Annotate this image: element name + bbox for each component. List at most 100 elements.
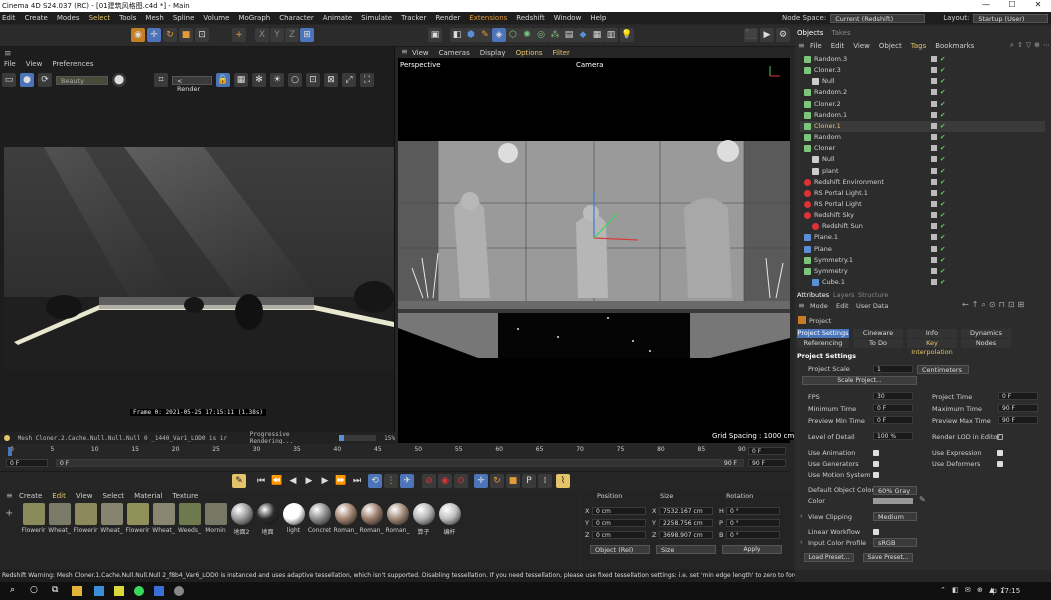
use-expression-checkbox[interactable]: [997, 450, 1003, 456]
keyframe-sel-icon[interactable]: ⋮: [384, 474, 398, 488]
obj-menu-file[interactable]: File: [810, 42, 822, 50]
ime-indicator[interactable]: 中: [990, 587, 997, 597]
tab-project-settings[interactable]: Project Settings: [797, 329, 849, 338]
render-region-icon[interactable]: ⬛: [744, 28, 758, 42]
file-explorer-icon[interactable]: [72, 586, 82, 596]
refresh-icon[interactable]: ⟳: [38, 73, 52, 87]
visibility-toggle[interactable]: [931, 279, 937, 285]
visibility-toggle[interactable]: [931, 122, 937, 129]
vp-menu-display[interactable]: Display: [480, 49, 506, 57]
enable-check-icon[interactable]: ✔: [940, 244, 945, 255]
visibility-toggle[interactable]: [931, 167, 937, 174]
preview-max-field[interactable]: 90 F: [998, 416, 1038, 424]
material-menu-icon[interactable]: ≡: [6, 491, 13, 500]
material-item[interactable]: Wheat_: [152, 503, 175, 537]
visibility-toggle[interactable]: [931, 100, 937, 107]
motion-path-icon[interactable]: ✈: [400, 474, 414, 488]
obj-menu-edit[interactable]: Edit: [831, 42, 845, 50]
enable-check-icon[interactable]: ✔: [940, 121, 945, 132]
pen-icon[interactable]: ✎: [478, 28, 492, 42]
enable-check-icon[interactable]: ✔: [940, 132, 945, 143]
object-row[interactable]: Random.2 ✔: [800, 87, 1045, 98]
focus-icon[interactable]: ⊡: [306, 73, 320, 87]
render-view-icon[interactable]: ▣: [428, 28, 442, 42]
enable-check-icon[interactable]: ✔: [940, 143, 945, 154]
object-row[interactable]: Random.1 ✔: [800, 110, 1045, 121]
render-settings-icon[interactable]: ⚙: [776, 28, 790, 42]
material-item[interactable]: Concret: [308, 503, 331, 537]
visibility-toggle[interactable]: [931, 56, 937, 62]
linear-workflow-checkbox[interactable]: [873, 529, 879, 535]
rv-menu-file[interactable]: File: [4, 60, 16, 68]
project-scale-unit[interactable]: Centimeters: [917, 365, 969, 374]
visibility-toggle[interactable]: [931, 111, 937, 118]
coord-mode-select[interactable]: Object (Rel): [590, 545, 650, 554]
menu-modes[interactable]: Modes: [57, 14, 80, 22]
close-button[interactable]: ✕: [1025, 0, 1051, 12]
rotation-field[interactable]: 0 °: [726, 507, 780, 515]
render-lod-checkbox[interactable]: [997, 434, 1003, 440]
expand-icon[interactable]: ⛶: [360, 73, 374, 87]
enable-check-icon[interactable]: ✔: [940, 76, 945, 87]
object-row[interactable]: Cube.1 ✔: [800, 277, 1045, 288]
render-view-menu-icon[interactable]: ≡: [4, 49, 12, 59]
visibility-toggle[interactable]: [931, 256, 937, 263]
tray-icons[interactable]: ⌃ ◧ ✉ ⊕ ▲ ♪: [940, 586, 1007, 594]
menu-mograph[interactable]: MoGraph: [238, 14, 270, 22]
y-axis-icon[interactable]: Y: [270, 28, 284, 42]
material-item[interactable]: 编杆: [438, 503, 461, 537]
use-generators-checkbox[interactable]: [873, 461, 879, 467]
object-row[interactable]: Null ✔: [800, 76, 1045, 87]
sun-icon[interactable]: ☀: [270, 73, 284, 87]
enable-check-icon[interactable]: ✔: [940, 210, 945, 221]
mat-menu-select[interactable]: Select: [102, 492, 124, 500]
z-axis-icon[interactable]: Z: [285, 28, 299, 42]
use-motion-checkbox[interactable]: [873, 472, 879, 478]
eyedropper-icon[interactable]: ✎: [919, 495, 926, 504]
menu-create[interactable]: Create: [25, 14, 48, 22]
min-time-field[interactable]: 0 F: [873, 404, 913, 412]
rot-key-icon[interactable]: ↻: [490, 474, 504, 488]
attr-menu-mode[interactable]: Mode: [810, 302, 828, 310]
project-scale-field[interactable]: 1: [873, 365, 913, 373]
menu-render[interactable]: Render: [435, 14, 460, 22]
material-item[interactable]: Roman_: [360, 503, 383, 537]
material-item[interactable]: Flowerir: [22, 503, 46, 537]
visibility-toggle[interactable]: [931, 212, 937, 219]
save-preset-button[interactable]: Save Preset...: [863, 553, 913, 562]
axis-icon[interactable]: +: [232, 28, 246, 42]
fit-icon[interactable]: ⤢: [342, 73, 356, 87]
use-deformers-checkbox[interactable]: [997, 461, 1003, 467]
obj-menu-bookmarks[interactable]: Bookmarks: [935, 42, 974, 50]
vp-menu-options[interactable]: Options: [516, 49, 543, 57]
max-time-field[interactable]: 90 F: [998, 404, 1038, 412]
menu-animate[interactable]: Animate: [323, 14, 352, 22]
vp-menu-cameras[interactable]: Cameras: [439, 49, 470, 57]
object-row[interactable]: Random ✔: [800, 132, 1045, 143]
rotation-field[interactable]: 0 °: [726, 531, 780, 539]
use-animation-checkbox[interactable]: [873, 450, 879, 456]
material-item[interactable]: Roman_: [386, 503, 409, 537]
attr-menu-icon[interactable]: ≡: [798, 301, 805, 310]
menu-character[interactable]: Character: [279, 14, 314, 22]
scale-icon[interactable]: ■: [179, 28, 193, 42]
coord-size-select[interactable]: Size: [656, 545, 716, 554]
region-icon[interactable]: ⊠: [324, 73, 338, 87]
tab-referencing[interactable]: Referencing: [797, 339, 849, 348]
object-row[interactable]: Redshift Environment ✔: [800, 177, 1045, 188]
menu-mesh[interactable]: Mesh: [145, 14, 163, 22]
mograph-icon[interactable]: ⁂: [548, 28, 562, 42]
obj-menu-tags[interactable]: Tags: [911, 42, 927, 50]
menu-edit[interactable]: Edit: [2, 14, 16, 22]
menu-tools[interactable]: Tools: [119, 14, 136, 22]
visibility-toggle[interactable]: [931, 267, 937, 274]
object-row[interactable]: Cloner.2 ✔: [800, 99, 1045, 110]
layout-select[interactable]: Startup (User): [973, 13, 1049, 23]
cortana-icon[interactable]: ○: [30, 585, 38, 595]
add-material-icon[interactable]: +: [5, 508, 13, 519]
scale-key-icon[interactable]: ■: [506, 474, 520, 488]
enable-check-icon[interactable]: ✔: [940, 199, 945, 210]
prev-key-icon[interactable]: ⏪: [270, 474, 284, 488]
visibility-toggle[interactable]: [931, 78, 937, 85]
range-slider[interactable]: 0 F 90 F: [56, 459, 744, 467]
